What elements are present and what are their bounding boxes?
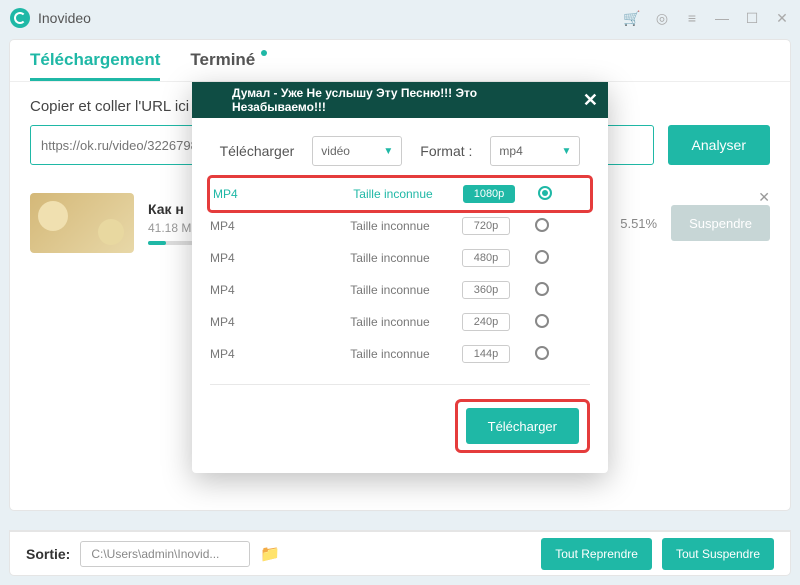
format-row[interactable]: MP4 Taille inconnue 240p xyxy=(210,306,590,338)
format-list: MP4 Taille inconnue 1080p MP4 Taille inc… xyxy=(192,175,608,378)
format-row[interactable]: MP4 Taille inconnue 1080p xyxy=(213,178,587,210)
modal-title: Думал - Уже Не услышу Эту Песню!!! Это Н… xyxy=(232,86,568,114)
radio-icon[interactable] xyxy=(538,186,552,200)
format-modal: Думал - Уже Не услышу Эту Песню!!! Это Н… xyxy=(192,82,608,473)
modal-close-icon[interactable]: ✕ xyxy=(583,90,598,111)
format-row[interactable]: MP4 Taille inconnue 144p xyxy=(210,338,590,370)
radio-icon[interactable] xyxy=(535,250,549,264)
download-button[interactable]: Télécharger xyxy=(466,408,579,444)
divider xyxy=(210,384,590,385)
quality-badge: 480p xyxy=(462,249,510,267)
radio-icon[interactable] xyxy=(535,282,549,296)
format-row[interactable]: MP4 Taille inconnue 720p xyxy=(210,210,590,242)
format-row[interactable]: MP4 Taille inconnue 360p xyxy=(210,274,590,306)
format-select[interactable]: mp4▼ xyxy=(490,136,580,166)
modal-footer: Télécharger xyxy=(192,399,608,473)
modal-filters: Télécharger vidéo▼ Format : mp4▼ xyxy=(192,118,608,178)
quality-badge: 720p xyxy=(462,217,510,235)
radio-icon[interactable] xyxy=(535,314,549,328)
format-label: Format : xyxy=(420,143,472,159)
format-row[interactable]: MP4 Taille inconnue 480p xyxy=(210,242,590,274)
download-type-select[interactable]: vidéo▼ xyxy=(312,136,402,166)
quality-badge: 1080p xyxy=(463,185,516,203)
radio-icon[interactable] xyxy=(535,218,549,232)
quality-badge: 240p xyxy=(462,313,510,331)
chevron-down-icon: ▼ xyxy=(562,146,572,157)
radio-icon[interactable] xyxy=(535,346,549,360)
quality-badge: 360p xyxy=(462,281,510,299)
modal-title-bar: Думал - Уже Не услышу Эту Песню!!! Это Н… xyxy=(192,82,608,118)
quality-badge: 144p xyxy=(462,345,510,363)
chevron-down-icon: ▼ xyxy=(383,146,393,157)
download-type-label: Télécharger xyxy=(220,143,295,159)
